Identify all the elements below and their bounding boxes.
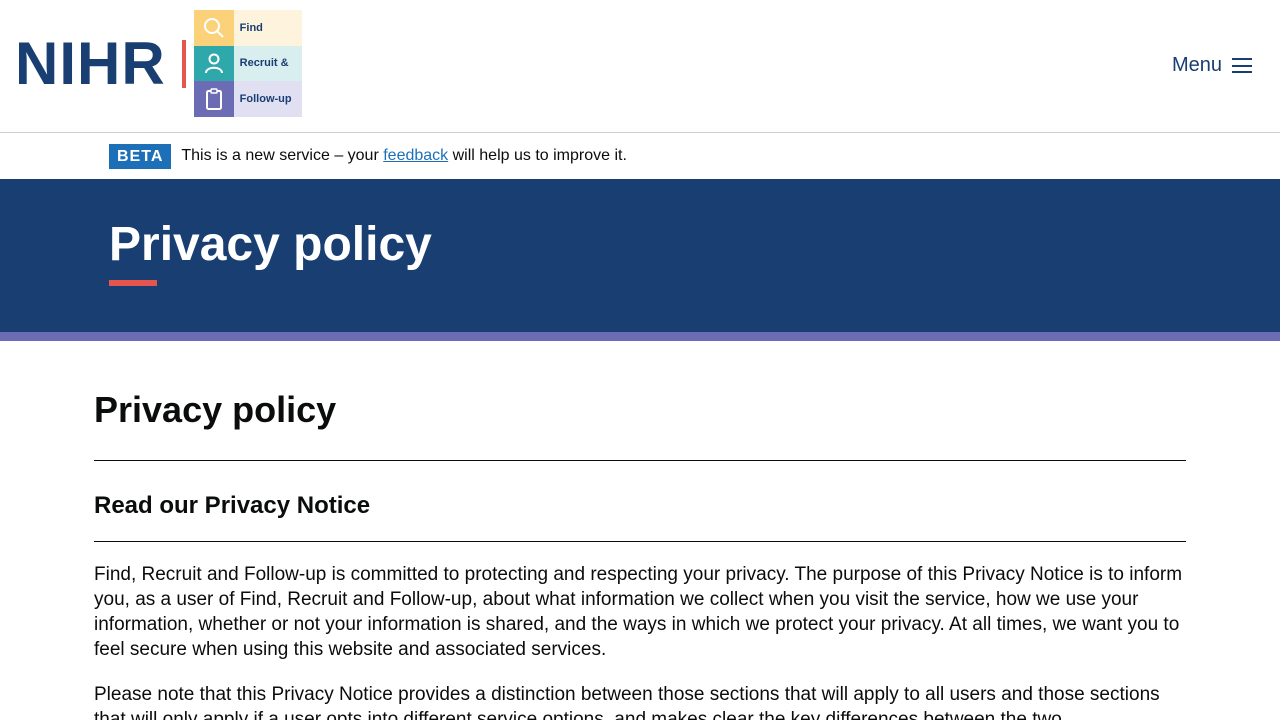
paragraph: Find, Recruit and Follow-up is committed… [94, 564, 1183, 660]
hero-stripe [0, 332, 1280, 341]
section-divider [94, 460, 1186, 461]
beta-banner: BETA This is a new service – your feedba… [0, 133, 1280, 179]
section-heading: Read our Privacy Notice [94, 492, 371, 519]
service-logo: Find Recruit & Follow-up [193, 10, 302, 117]
hero-title: Privacy policy [109, 218, 432, 271]
clipboard-icon [193, 81, 234, 117]
section-divider [94, 541, 1186, 542]
site-header: NIHR Find Recruit & Follow-up Menu [0, 0, 1280, 133]
service-logo-follow-up: Follow-up [193, 81, 302, 117]
service-logo-label: Recruit & [233, 45, 302, 82]
main-content: Privacy policy Read our Privacy Notice F… [94, 341, 1186, 720]
feedback-link[interactable]: feedback [383, 147, 448, 164]
nihr-logo-text: NIHR [15, 29, 166, 97]
beta-text-after: will help us to improve it. [448, 147, 627, 164]
service-logo-find: Find [193, 10, 302, 46]
hero-title-underline [109, 280, 157, 286]
beta-message: This is a new service – your feedback wi… [181, 147, 627, 165]
person-icon [193, 45, 234, 82]
beta-tag: BETA [109, 143, 172, 169]
menu-button[interactable]: Menu [1172, 54, 1252, 77]
service-logo-label: Find [233, 10, 302, 46]
beta-text-before: This is a new service – your [181, 147, 384, 164]
nihr-home-logo-link[interactable]: NIHR Find Recruit & Follow-up [15, 10, 302, 117]
page-heading: Privacy policy [94, 389, 337, 430]
magnifier-icon [193, 10, 234, 46]
service-logo-label: Follow-up [233, 81, 302, 117]
hamburger-icon [1232, 58, 1252, 73]
logo-divider [181, 39, 186, 88]
hero-banner: Privacy policy [0, 179, 1280, 332]
paragraph: Please note that this Privacy Notice pro… [94, 684, 1160, 720]
menu-label: Menu [1171, 54, 1222, 76]
service-logo-recruit: Recruit & [193, 45, 302, 82]
